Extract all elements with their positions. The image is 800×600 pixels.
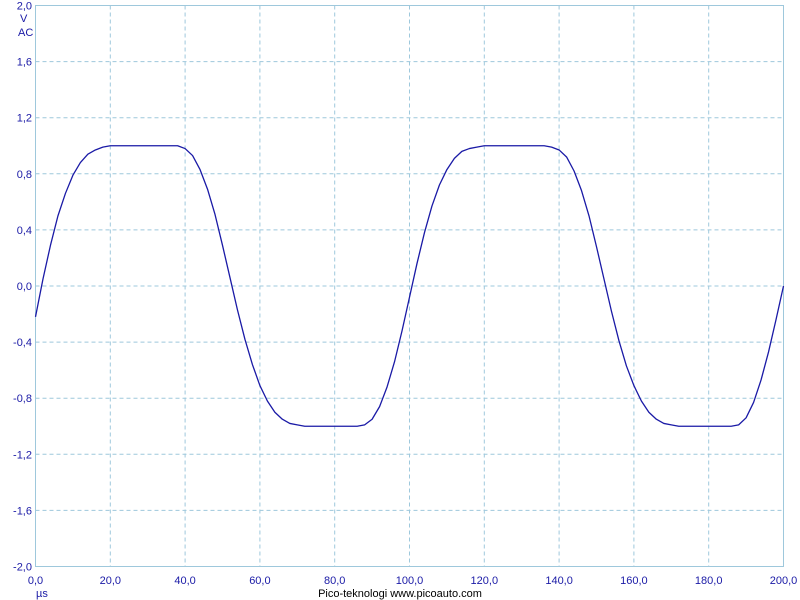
y-tick-label: -2,0 — [13, 562, 32, 574]
oscilloscope-chart: 2,0 1,6 1,2 0,8 0,4 0,0 -0,4 -0,8 -1,2 -1,6 -2,0 0… — [13, 1, 797, 600]
x-axis-ticks: 0,0 20,0 40,0 60,0 80,0 100,0 120,0 140,0 160,0 1… — [28, 575, 797, 587]
y-tick-label: 1,6 — [17, 57, 32, 69]
x-tick-label: 0,0 — [28, 575, 43, 587]
y-tick-label: -0,8 — [13, 393, 32, 405]
x-tick-label: 80,0 — [324, 575, 345, 587]
x-tick-label: 180,0 — [695, 575, 723, 587]
y-tick-label: -1,6 — [13, 505, 32, 517]
x-tick-label: 140,0 — [545, 575, 573, 587]
footer-credit: Pico-teknologi www.picoauto.com — [318, 588, 482, 600]
x-tick-label: 100,0 — [396, 575, 424, 587]
x-unit-label: µs — [36, 588, 48, 600]
x-tick-label: 40,0 — [174, 575, 195, 587]
x-tick-label: 60,0 — [249, 575, 270, 587]
y-tick-label: 0,8 — [17, 169, 32, 181]
y-tick-label: 1,2 — [17, 113, 32, 125]
y-tick-label: -0,4 — [13, 337, 32, 349]
y-tick-label: 0,4 — [17, 225, 32, 237]
coupling-label: AC — [18, 27, 33, 39]
y-unit-label: V — [20, 13, 28, 25]
x-tick-label: 120,0 — [471, 575, 499, 587]
y-tick-label: 2,0 — [17, 1, 32, 13]
y-tick-label: -1,2 — [13, 449, 32, 461]
y-axis-ticks: 2,0 1,6 1,2 0,8 0,4 0,0 -0,4 -0,8 -1,2 -1,6 -2,0 — [13, 1, 32, 574]
y-tick-label: 0,0 — [17, 281, 32, 293]
x-tick-label: 160,0 — [620, 575, 648, 587]
x-tick-label: 20,0 — [100, 575, 121, 587]
x-tick-label: 200,0 — [770, 575, 798, 587]
grid — [35, 5, 784, 567]
